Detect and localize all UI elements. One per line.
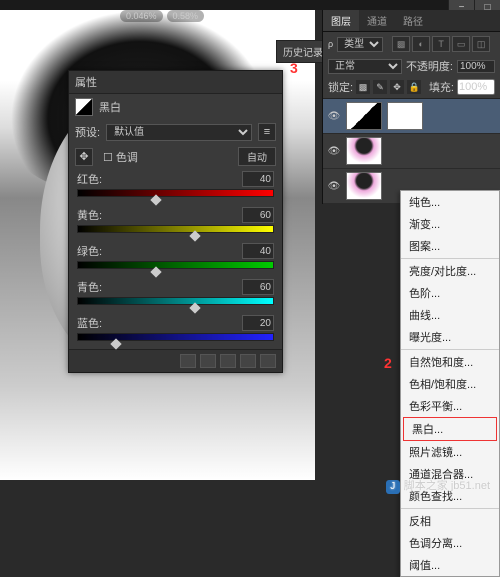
slider-value-input[interactable] xyxy=(242,315,274,331)
properties-title: 黑白 xyxy=(99,99,121,115)
menu-item[interactable]: 曲线... xyxy=(401,304,499,326)
trash-icon[interactable] xyxy=(260,354,276,368)
slider-track[interactable] xyxy=(77,261,274,271)
menu-item[interactable]: 色阶... xyxy=(401,282,499,304)
lock-paint-icon[interactable]: ✎ xyxy=(373,80,387,94)
layer-row-copy[interactable]: 👁 xyxy=(323,134,500,169)
filter-type-icon[interactable]: T xyxy=(432,36,450,52)
toggle-visibility-icon[interactable] xyxy=(240,354,256,368)
filter-smart-icon[interactable]: ◫ xyxy=(472,36,490,52)
clip-icon[interactable] xyxy=(180,354,196,368)
adjustment-layer-menu: 纯色... 渐变... 图案... 亮度/对比度... 色阶... 曲线... … xyxy=(400,190,500,577)
lock-transparent-icon[interactable]: ▩ xyxy=(356,80,370,94)
tab-paths[interactable]: 路径 xyxy=(395,10,431,31)
menu-item[interactable]: 自然饱和度... xyxy=(401,351,499,373)
lock-move-icon[interactable]: ✥ xyxy=(390,80,404,94)
stat-b: 0.58% xyxy=(167,10,205,22)
slider-label: 黄色: xyxy=(77,207,102,223)
bw-adjustment-icon xyxy=(75,98,93,116)
lock-label: 锁定: xyxy=(328,79,353,95)
annotation-3: 3 xyxy=(290,60,298,76)
slider-label: 蓝色: xyxy=(77,315,102,331)
layers-panel: 图层 通道 路径 ρ 类型 ▩ ◐ T ▭ ◫ 正常 不透明度: 锁定: ▩ ✎… xyxy=(322,10,500,204)
slider-track[interactable] xyxy=(77,297,274,307)
menu-item[interactable]: 阈值... xyxy=(401,554,499,576)
annotation-2: 2 xyxy=(384,355,392,371)
slider-c: 青色: xyxy=(69,277,282,313)
opacity-input[interactable] xyxy=(457,60,495,73)
preset-menu-icon[interactable]: ≡ xyxy=(258,123,276,141)
visibility-icon[interactable]: 👁 xyxy=(327,181,341,192)
properties-footer xyxy=(69,349,282,372)
slider-label: 红色: xyxy=(77,171,102,187)
menu-item[interactable]: 曝光度... xyxy=(401,326,499,348)
menu-item[interactable]: 纯色... xyxy=(401,191,499,213)
properties-panel: 属性 黑白 预设: 默认值 ≡ ✥ ☐ 色调 自动 红色:黄色:绿色:青色:蓝色… xyxy=(68,70,283,373)
slider-label: 绿色: xyxy=(77,243,102,259)
tab-channels[interactable]: 通道 xyxy=(359,10,395,31)
tab-layers[interactable]: 图层 xyxy=(323,10,359,31)
menu-item[interactable]: 色调分离... xyxy=(401,532,499,554)
slider-value-input[interactable] xyxy=(242,279,274,295)
menu-separator xyxy=(401,508,499,509)
filter-adjust-icon[interactable]: ◐ xyxy=(412,36,430,52)
menu-separator xyxy=(401,349,499,350)
menu-separator xyxy=(401,258,499,259)
stat-a: 0.046% xyxy=(120,10,163,22)
menu-item[interactable]: 渐变... xyxy=(401,213,499,235)
menu-item[interactable]: 照片滤镜... xyxy=(401,441,499,463)
slider-r: 红色: xyxy=(69,169,282,205)
visibility-icon[interactable]: 👁 xyxy=(327,146,341,157)
slider-value-input[interactable] xyxy=(242,207,274,223)
layer-thumb-bw xyxy=(346,102,382,130)
layer-filter-kind[interactable]: 类型 xyxy=(337,37,383,52)
slider-value-input[interactable] xyxy=(242,243,274,259)
slider-b: 蓝色: xyxy=(69,313,282,349)
slider-g: 绿色: xyxy=(69,241,282,277)
lock-all-icon[interactable]: 🔒 xyxy=(407,80,421,94)
preset-select[interactable]: 默认值 xyxy=(106,124,252,141)
menu-item-bw[interactable]: 黑白... xyxy=(403,417,497,441)
stats-overlay: 0.046% 0.58% xyxy=(120,10,204,22)
view-prev-icon[interactable] xyxy=(200,354,216,368)
menu-item[interactable]: 图案... xyxy=(401,235,499,257)
slider-track[interactable] xyxy=(77,333,274,343)
app-titlebar xyxy=(0,0,500,10)
layer-mask-thumb xyxy=(387,102,423,130)
menu-item[interactable]: 色彩平衡... xyxy=(401,395,499,417)
target-adjust-icon[interactable]: ✥ xyxy=(75,148,93,166)
watermark-icon: J xyxy=(386,480,400,494)
panel-tabs: 图层 通道 路径 xyxy=(323,10,500,32)
slider-y: 黄色: xyxy=(69,205,282,241)
reset-icon[interactable] xyxy=(220,354,236,368)
slider-value-input[interactable] xyxy=(242,171,274,187)
layer-row-adjustment[interactable]: 👁 xyxy=(323,99,500,134)
auto-button[interactable]: 自动 xyxy=(238,147,276,166)
properties-tab[interactable]: 属性 xyxy=(69,71,282,94)
blend-mode-select[interactable]: 正常 xyxy=(328,59,402,74)
slider-label: 青色: xyxy=(77,279,102,295)
filter-shape-icon[interactable]: ▭ xyxy=(452,36,470,52)
slider-track[interactable] xyxy=(77,189,274,199)
preset-label: 预设: xyxy=(75,124,100,140)
menu-item[interactable]: 反相 xyxy=(401,510,499,532)
layer-thumb-photo xyxy=(346,137,382,165)
layer-thumb-photo xyxy=(346,172,382,200)
watermark: J脚本之家 jb51.net xyxy=(386,476,490,494)
layer-filter-icons: ▩ ◐ T ▭ ◫ xyxy=(387,34,495,54)
fill-input[interactable] xyxy=(457,79,495,95)
menu-item[interactable]: 色相/饱和度... xyxy=(401,373,499,395)
tint-checkbox-label[interactable]: 色调 xyxy=(116,152,138,164)
filter-pixel-icon[interactable]: ▩ xyxy=(392,36,410,52)
fill-label: 填充: xyxy=(429,79,454,95)
visibility-icon[interactable]: 👁 xyxy=(327,111,341,122)
slider-track[interactable] xyxy=(77,225,274,235)
opacity-label: 不透明度: xyxy=(406,58,453,74)
menu-item[interactable]: 亮度/对比度... xyxy=(401,260,499,282)
